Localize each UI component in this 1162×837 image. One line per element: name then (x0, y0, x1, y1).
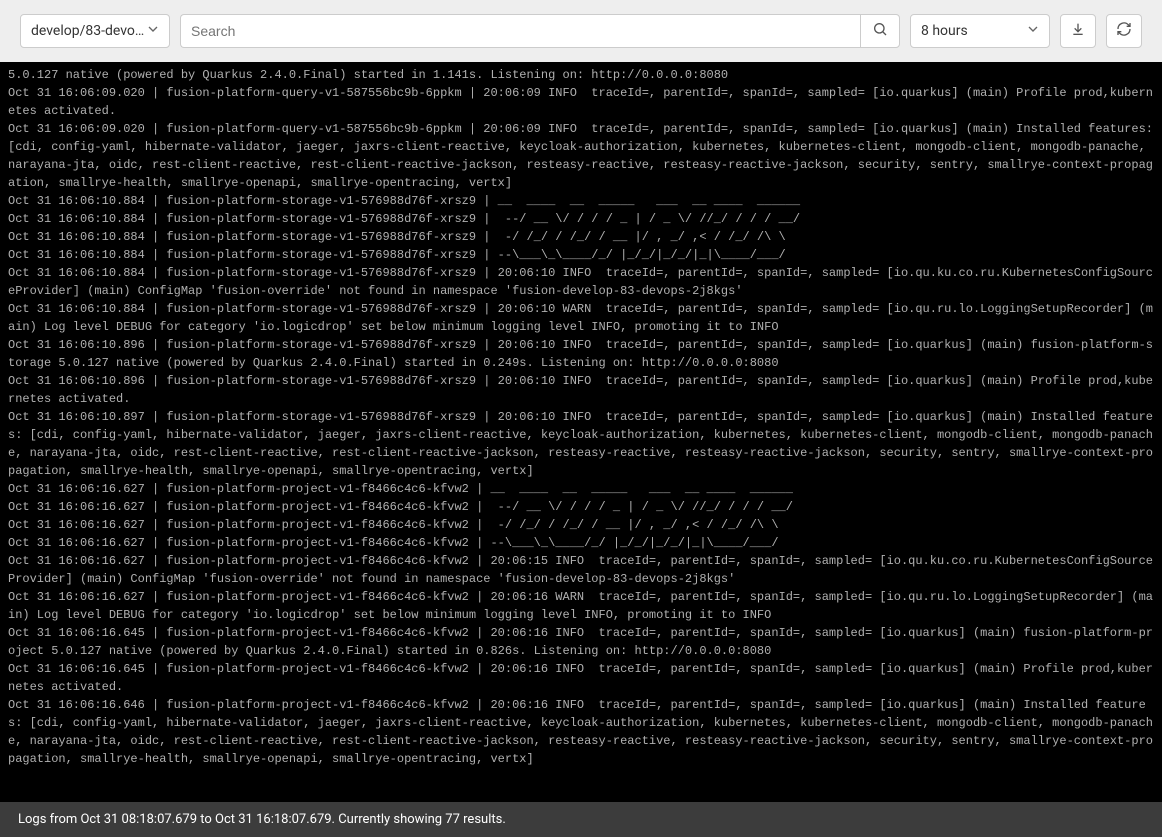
log-line: Oct 31 16:06:10.884 | fusion-platform-st… (8, 228, 1154, 246)
log-line: Oct 31 16:06:09.020 | fusion-platform-qu… (8, 120, 1154, 192)
log-line: Oct 31 16:06:16.645 | fusion-platform-pr… (8, 660, 1154, 696)
log-line: Oct 31 16:06:16.627 | fusion-platform-pr… (8, 588, 1154, 624)
time-range-selector[interactable]: 8 hours (910, 14, 1050, 48)
log-line: Oct 31 16:06:16.627 | fusion-platform-pr… (8, 480, 1154, 498)
download-icon (1070, 21, 1086, 41)
log-line: Oct 31 16:06:10.897 | fusion-platform-st… (8, 408, 1154, 480)
refresh-icon (1116, 21, 1132, 41)
log-line: Oct 31 16:06:16.627 | fusion-platform-pr… (8, 534, 1154, 552)
log-line: Oct 31 16:06:10.896 | fusion-platform-st… (8, 372, 1154, 408)
log-line: Oct 31 16:06:16.627 | fusion-platform-pr… (8, 516, 1154, 534)
log-line: Oct 31 16:06:10.896 | fusion-platform-st… (8, 336, 1154, 372)
search-group (180, 14, 900, 48)
log-line: Oct 31 16:06:10.884 | fusion-platform-st… (8, 264, 1154, 300)
log-line: Oct 31 16:06:16.627 | fusion-platform-pr… (8, 498, 1154, 516)
log-line: Oct 31 16:06:16.645 | fusion-platform-pr… (8, 624, 1154, 660)
chevron-down-icon (145, 21, 161, 41)
log-line: Oct 31 16:06:10.884 | fusion-platform-st… (8, 210, 1154, 228)
chevron-down-icon (1025, 21, 1041, 41)
search-button[interactable] (860, 14, 900, 48)
search-input[interactable] (180, 14, 860, 48)
log-line: 5.0.127 native (powered by Quarkus 2.4.0… (8, 66, 1154, 84)
log-line: Oct 31 16:06:10.884 | fusion-platform-st… (8, 192, 1154, 210)
refresh-button[interactable] (1106, 14, 1142, 48)
namespace-selector-value: develop/83-devo… (31, 23, 144, 39)
log-line: Oct 31 16:06:10.884 | fusion-platform-st… (8, 300, 1154, 336)
search-icon (872, 21, 888, 41)
log-output[interactable]: 5.0.127 native (powered by Quarkus 2.4.0… (0, 62, 1162, 802)
status-text: Logs from Oct 31 08:18:07.679 to Oct 31 … (18, 812, 506, 827)
time-range-value: 8 hours (921, 23, 968, 39)
status-bar: Logs from Oct 31 08:18:07.679 to Oct 31 … (0, 802, 1162, 837)
log-line: Oct 31 16:06:16.627 | fusion-platform-pr… (8, 552, 1154, 588)
log-line: Oct 31 16:06:10.884 | fusion-platform-st… (8, 246, 1154, 264)
log-line: Oct 31 16:06:09.020 | fusion-platform-qu… (8, 84, 1154, 120)
toolbar: develop/83-devo… 8 hours (0, 0, 1162, 62)
namespace-selector[interactable]: develop/83-devo… (20, 14, 170, 48)
download-button[interactable] (1060, 14, 1096, 48)
log-line: Oct 31 16:06:16.646 | fusion-platform-pr… (8, 696, 1154, 768)
